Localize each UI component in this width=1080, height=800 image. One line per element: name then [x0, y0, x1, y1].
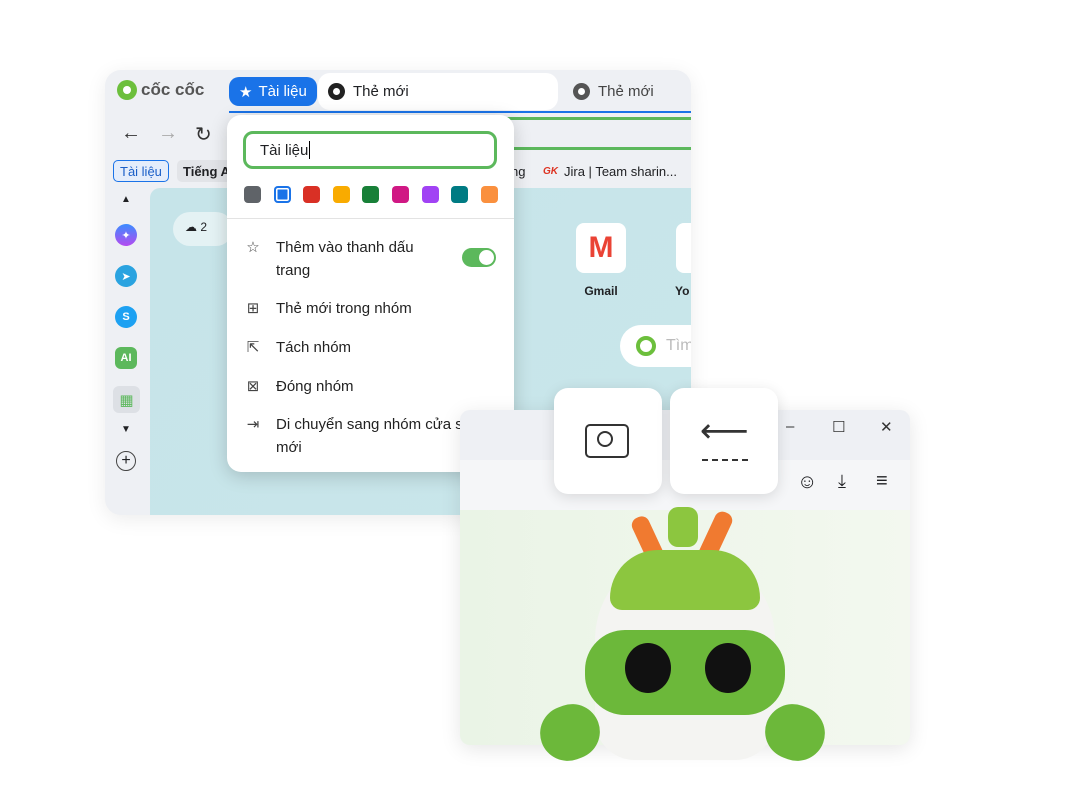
move-window-icon: ⇥: [246, 416, 260, 433]
color-swatch[interactable]: [451, 186, 469, 203]
ungroup-icon: ⇱: [246, 339, 260, 356]
add-icon[interactable]: +: [116, 451, 136, 471]
tab-group-chip[interactable]: ★ Tài liệu: [229, 77, 317, 106]
plus-square-icon: ⊞: [246, 300, 260, 317]
divider: [227, 218, 514, 219]
reload-icon[interactable]: ↻: [195, 122, 212, 147]
scroll-up-icon[interactable]: ▲: [121, 194, 131, 205]
group-name-input[interactable]: Tài liệu: [243, 131, 497, 169]
weather-widget[interactable]: ☁ 2: [173, 212, 233, 246]
mascot-image: [532, 505, 833, 769]
color-swatch[interactable]: [362, 186, 380, 203]
new-tab-in-group-item[interactable]: ⊞ Thẻ mới trong nhóm: [245, 297, 500, 320]
minimize-icon[interactable]: –: [786, 418, 794, 435]
coccoc-tab-icon: [573, 83, 590, 100]
screen-search-card[interactable]: [554, 388, 662, 494]
close-group-icon: ⊠: [246, 378, 260, 395]
profile-icon[interactable]: ☺: [797, 471, 817, 494]
tab-new[interactable]: Thẻ mới: [563, 73, 664, 110]
back-dashed-icon: ⟵: [700, 412, 749, 450]
youtube-tile[interactable]: [676, 223, 691, 273]
coccoc-logo: cốc cốc: [117, 80, 204, 100]
messenger-icon[interactable]: ✦: [115, 224, 137, 246]
address-bar[interactable]: [500, 117, 691, 120]
forward-icon[interactable]: →: [158, 122, 178, 145]
maximize-icon[interactable]: ☐: [832, 418, 845, 436]
menu-icon[interactable]: ≡: [876, 470, 888, 493]
color-swatch[interactable]: [332, 186, 350, 203]
weather-icon: ☁: [185, 220, 197, 234]
close-icon[interactable]: ✕: [880, 418, 893, 436]
telegram-icon[interactable]: ➤: [115, 265, 137, 287]
bookmark-jira[interactable]: GK Jira | Team sharin...: [537, 160, 683, 182]
scroll-down-icon[interactable]: ▼: [121, 424, 131, 435]
bookmark-group-chip[interactable]: Tài liệu: [113, 160, 169, 182]
coccoc-search-icon: [636, 336, 656, 356]
color-swatch[interactable]: [480, 186, 498, 203]
color-swatch[interactable]: [303, 186, 321, 203]
bookmark-toggle[interactable]: [462, 248, 496, 267]
back-card[interactable]: ⟵: [670, 388, 778, 494]
ungroup-item[interactable]: ⇱ Tách nhóm: [245, 336, 500, 359]
back-icon[interactable]: ←: [121, 122, 141, 145]
close-group-item[interactable]: ⊠ Đóng nhóm: [245, 375, 500, 398]
add-to-bookmarks-item[interactable]: ☆ Thêm vào thanh dấu trang: [245, 236, 445, 282]
shortcut-label: Yo: [675, 284, 690, 298]
star-outline-icon: ☆: [246, 239, 260, 256]
star-icon: ★: [239, 83, 253, 101]
address-bar-border: [500, 147, 691, 150]
color-swatch[interactable]: [273, 186, 291, 203]
color-swatch[interactable]: [421, 186, 439, 203]
download-icon[interactable]: ⤓: [838, 471, 846, 492]
coccoc-tab-icon: [328, 83, 345, 100]
apps-icon[interactable]: ▦: [113, 386, 140, 413]
group-underline: [229, 111, 691, 113]
skype-icon[interactable]: S: [115, 306, 137, 328]
dash-line: [702, 459, 748, 461]
ai-icon[interactable]: AI: [115, 347, 137, 369]
search-box[interactable]: Tìm: [620, 325, 691, 367]
search-screen-icon: [585, 424, 629, 458]
gmail-tile[interactable]: M: [576, 223, 626, 273]
shortcut-label: Gmail: [584, 284, 618, 298]
color-swatch[interactable]: [392, 186, 409, 203]
color-swatch[interactable]: [244, 186, 261, 203]
tab-new-active[interactable]: Thẻ mới: [318, 73, 558, 110]
